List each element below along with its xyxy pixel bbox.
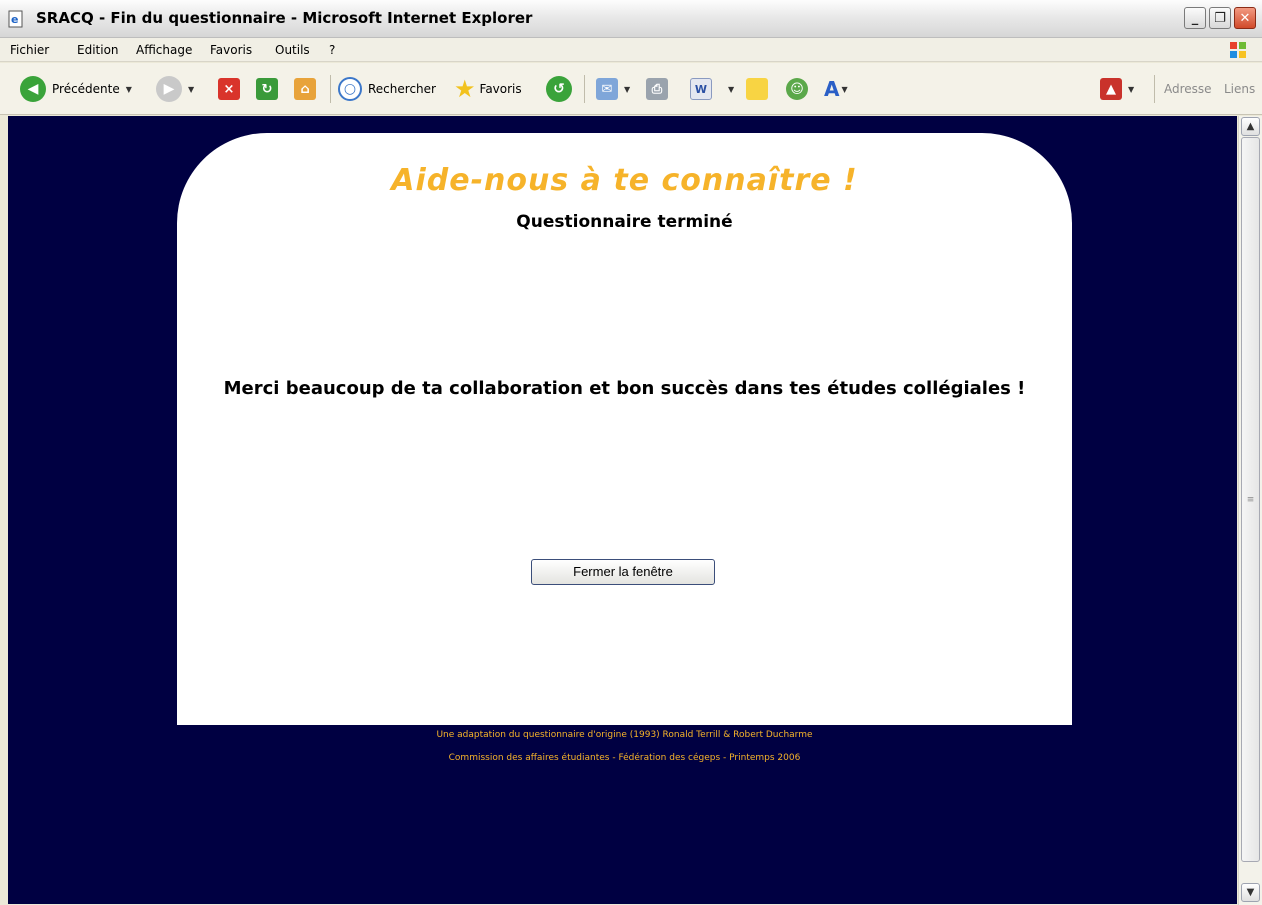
note-button[interactable] [746, 74, 768, 104]
forward-arrow-icon: ▶ [156, 76, 182, 102]
mail-icon: ✉ [596, 78, 618, 100]
minimize-button[interactable]: _ [1184, 7, 1206, 29]
links-label[interactable]: Liens [1224, 74, 1255, 104]
address-label[interactable]: Adresse [1164, 74, 1212, 104]
menu-bar: Fichier Edition Affichage Favoris Outils… [0, 38, 1262, 62]
search-label: Rechercher [368, 82, 436, 96]
search-icon: ○ [338, 77, 362, 101]
close-window-button[interactable]: ✕ [1234, 7, 1256, 29]
close-window-page-button[interactable]: Fermer la fenêtre [531, 559, 715, 585]
windows-flag-icon [1230, 42, 1246, 58]
print-icon: ⎙ [646, 78, 668, 100]
favorites-star-icon: ★ [454, 75, 476, 103]
footer-organization: Commission des affaires étudiantes - Féd… [448, 753, 801, 763]
window-title: SRACQ - Fin du questionnaire - Microsoft… [36, 9, 533, 27]
chevron-down-icon: ▼ [728, 84, 735, 94]
chevron-down-icon: ▼ [841, 84, 848, 94]
menu-outils[interactable]: Outils [275, 43, 310, 57]
toolbar-separator [1154, 75, 1155, 103]
history-icon: ↺ [546, 76, 572, 102]
favorites-button[interactable]: ★ Favoris [454, 74, 522, 104]
restore-button[interactable]: ❐ [1209, 7, 1231, 29]
page-viewport: Aide-nous à te connaître ! Questionnaire… [8, 116, 1237, 904]
home-button[interactable]: ⌂ [294, 74, 316, 104]
toolbar-separator [330, 75, 331, 103]
toolbar-separator [584, 75, 585, 103]
footer-credit: Une adaptation du questionnaire d'origin… [436, 730, 813, 740]
scroll-up-button[interactable]: ▲ [1241, 117, 1260, 136]
chevron-down-icon: ▼ [624, 84, 631, 94]
thank-you-message: Merci beaucoup de ta collaboration et bo… [223, 378, 1026, 399]
home-icon: ⌂ [294, 78, 316, 100]
forward-button[interactable]: ▶ ▼ [156, 74, 194, 104]
refresh-button[interactable]: ↻ [256, 74, 278, 104]
messenger-button[interactable]: ☺ [786, 74, 808, 104]
chevron-down-icon: ▼ [188, 84, 195, 94]
svg-text:e: e [11, 13, 18, 26]
edit-word-button[interactable]: W ▼ [690, 74, 734, 104]
favorites-label: Favoris [479, 82, 522, 96]
chevron-down-icon: ▼ [125, 84, 132, 94]
note-icon [746, 78, 768, 100]
menu-edition[interactable]: Edition [77, 43, 119, 57]
pdf-icon: ▲ [1100, 78, 1122, 100]
grip-icon: ≡ [1246, 494, 1255, 505]
page-headline: Aide-nous à te connaître ! [391, 163, 858, 198]
chevron-up-icon: ▲ [1246, 121, 1255, 132]
browser-window: e SRACQ - Fin du questionnaire - Microso… [0, 0, 1262, 905]
menu-fichier[interactable]: Fichier [10, 43, 49, 57]
stop-icon: × [218, 78, 240, 100]
mail-button[interactable]: ✉ ▼ [596, 74, 630, 104]
font-size-button[interactable]: A ▼ [824, 74, 848, 104]
page-subtitle: Questionnaire terminé [516, 212, 733, 232]
font-icon: A [824, 77, 840, 101]
chevron-down-icon: ▼ [1128, 84, 1135, 94]
refresh-icon: ↻ [256, 78, 278, 100]
word-icon: W [690, 78, 712, 100]
menu-favoris[interactable]: Favoris [210, 43, 252, 57]
back-button[interactable]: ◀ Précédente ▼ [20, 74, 132, 104]
back-arrow-icon: ◀ [20, 76, 46, 102]
scroll-thumb[interactable]: ≡ [1241, 137, 1260, 862]
toolbar: ◀ Précédente ▼ ▶ ▼ × ↻ ⌂ ○ Rechercher ★ … [0, 63, 1262, 115]
messenger-icon: ☺ [786, 78, 808, 100]
chevron-down-icon: ▼ [1246, 887, 1255, 898]
scroll-down-button[interactable]: ▼ [1241, 883, 1260, 902]
history-button[interactable]: ↺ [546, 74, 572, 104]
stop-button[interactable]: × [218, 74, 240, 104]
ie-page-icon: e [8, 10, 23, 28]
title-bar: e SRACQ - Fin du questionnaire - Microso… [0, 0, 1262, 38]
menu-help[interactable]: ? [329, 43, 335, 57]
vertical-scrollbar[interactable]: ▲ ≡ ▼ [1238, 116, 1262, 905]
back-label: Précédente [52, 82, 120, 96]
menu-affichage[interactable]: Affichage [136, 43, 192, 57]
print-button[interactable]: ⎙ [646, 74, 668, 104]
pdf-button[interactable]: ▲ ▼ [1100, 74, 1134, 104]
search-button[interactable]: ○ Rechercher [338, 74, 436, 104]
questionnaire-card: Aide-nous à te connaître ! Questionnaire… [177, 133, 1072, 725]
